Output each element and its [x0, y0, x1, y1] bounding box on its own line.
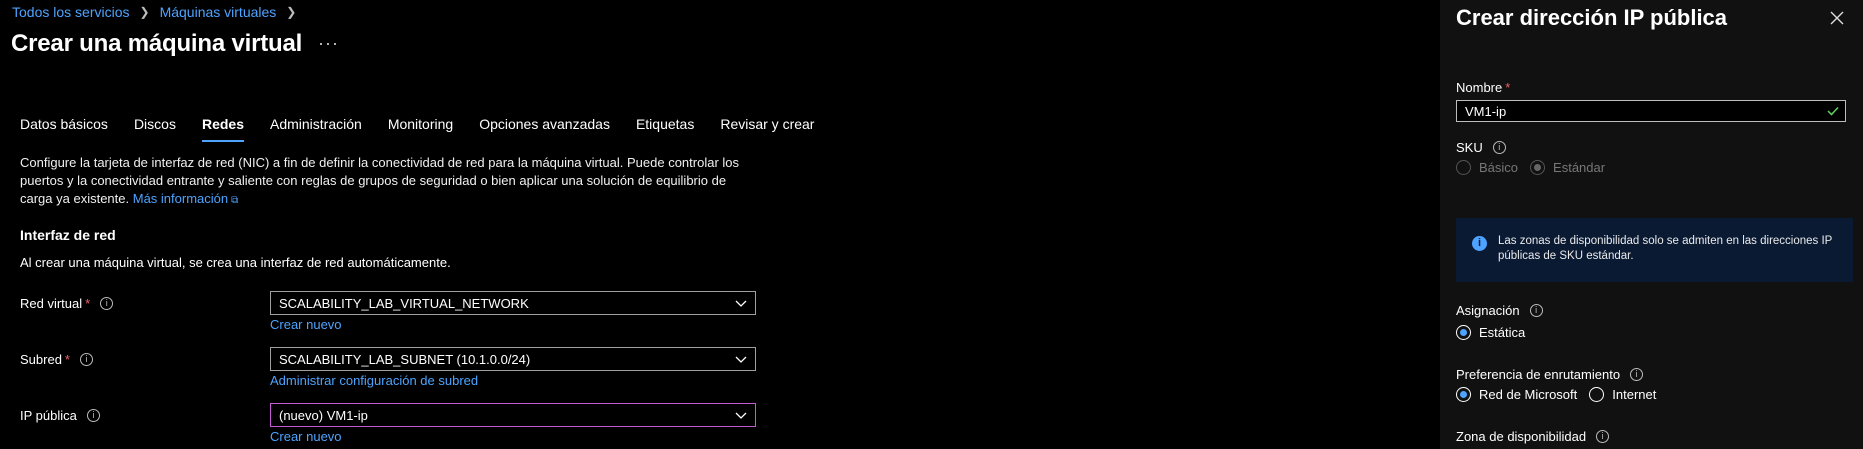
- name-input[interactable]: VM1-ip: [1456, 100, 1846, 122]
- tab-review-create[interactable]: Revisar y crear: [720, 116, 814, 142]
- tab-management[interactable]: Administración: [270, 116, 362, 142]
- info-icon[interactable]: i: [1596, 430, 1610, 443]
- radio-button[interactable]: [1456, 160, 1471, 175]
- name-label: Nombre: [1456, 80, 1503, 95]
- create-public-ip-panel: Crear dirección IP pública Nombre * VM1-…: [1440, 0, 1863, 449]
- assignment-option-static[interactable]: Estática: [1456, 325, 1525, 340]
- main-content: Todos los servicios ❯ Máquinas virtuales…: [0, 0, 1440, 449]
- info-banner: i Las zonas de disponibilidad solo se ad…: [1456, 218, 1853, 282]
- panel-title: Crear dirección IP pública: [1456, 5, 1728, 30]
- info-icon[interactable]: i: [86, 409, 100, 422]
- intro-text: Configure la tarjeta de interfaz de red …: [20, 154, 760, 210]
- routing-radio-group: Red de Microsoft Internet: [1456, 387, 1668, 402]
- required-marker: *: [1505, 80, 1511, 95]
- info-icon[interactable]: i: [1529, 304, 1543, 317]
- chevron-down-icon: [735, 300, 747, 307]
- learn-more-label: Más información: [132, 191, 229, 206]
- sku-radio-group: Básico Estándar: [1456, 160, 1617, 175]
- required-marker: *: [85, 296, 91, 311]
- radio-button[interactable]: [1530, 160, 1546, 175]
- info-circle-icon: i: [1472, 236, 1487, 251]
- zone-label-row: Zona de disponibilidad i: [1456, 429, 1610, 444]
- radio-button[interactable]: [1456, 325, 1471, 340]
- breadcrumb-all-services[interactable]: Todos los servicios: [12, 4, 130, 20]
- public-ip-select[interactable]: (nuevo) VM1-ip: [270, 403, 756, 427]
- vnet-value: SCALABILITY_LAB_VIRTUAL_NETWORK: [279, 295, 529, 311]
- assignment-static-label: Estática: [1479, 325, 1526, 340]
- tab-basics[interactable]: Datos básicos: [20, 116, 108, 142]
- subnet-select[interactable]: SCALABILITY_LAB_SUBNET (10.1.0.0/24): [270, 347, 756, 371]
- chevron-right-icon: ❯: [286, 5, 297, 19]
- routing-option-internet[interactable]: Internet: [1589, 387, 1656, 402]
- required-marker: *: [64, 352, 70, 367]
- routing-internet-label: Internet: [1612, 387, 1657, 402]
- tab-advanced[interactable]: Opciones avanzadas: [479, 116, 610, 142]
- chevron-down-icon: [735, 356, 747, 363]
- info-banner-text: Las zonas de disponibilidad solo se admi…: [1498, 235, 1833, 262]
- radio-button[interactable]: [1589, 387, 1605, 402]
- subnet-label-row: Subred * i: [20, 352, 93, 367]
- info-icon[interactable]: i: [1630, 368, 1644, 381]
- section-title: Interfaz de red: [20, 227, 116, 243]
- sku-option-standard[interactable]: Estándar: [1530, 160, 1605, 175]
- tab-monitoring[interactable]: Monitoring: [388, 116, 453, 142]
- assignment-label-row: Asignación i: [1456, 303, 1543, 318]
- chevron-down-icon: [735, 412, 747, 419]
- subnet-label: Subred: [20, 352, 62, 367]
- page-title: Crear una máquina virtual: [11, 30, 303, 57]
- radio-button[interactable]: [1456, 387, 1471, 402]
- vnet-select[interactable]: SCALABILITY_LAB_VIRTUAL_NETWORK: [270, 291, 756, 315]
- checkmark-icon: [1827, 106, 1839, 116]
- sku-basic-label: Básico: [1479, 160, 1519, 175]
- breadcrumb-virtual-machines[interactable]: Máquinas virtuales: [160, 4, 277, 20]
- subnet-value: SCALABILITY_LAB_SUBNET (10.1.0.0/24): [279, 351, 531, 367]
- close-icon[interactable]: [1829, 10, 1845, 26]
- assignment-label: Asignación: [1456, 303, 1520, 318]
- info-icon[interactable]: i: [79, 353, 93, 366]
- routing-label-row: Preferencia de enrutamiento i: [1456, 367, 1644, 382]
- public-ip-value: (nuevo) VM1-ip: [279, 407, 368, 423]
- vnet-label: Red virtual: [20, 296, 83, 311]
- name-value: VM1-ip: [1465, 103, 1507, 119]
- routing-microsoft-label: Red de Microsoft: [1479, 387, 1578, 402]
- sku-standard-label: Estándar: [1553, 160, 1606, 175]
- tab-disks[interactable]: Discos: [134, 116, 176, 142]
- public-ip-label: IP pública: [20, 408, 77, 423]
- assignment-radio-group: Estática: [1456, 325, 1537, 340]
- tab-tags[interactable]: Etiquetas: [636, 116, 694, 142]
- name-label-row: Nombre *: [1456, 80, 1510, 95]
- subnet-manage-link[interactable]: Administrar configuración de subred: [270, 373, 478, 388]
- tab-networking[interactable]: Redes: [201, 116, 245, 142]
- more-options-button[interactable]: ···: [318, 33, 339, 54]
- intro-paragraph: Configure la tarjeta de interfaz de red …: [20, 155, 740, 206]
- sku-label-row: SKU i: [1456, 140, 1506, 155]
- section-description: Al crear una máquina virtual, se crea un…: [20, 255, 451, 270]
- learn-more-link[interactable]: Más información ⧉: [133, 191, 239, 206]
- sku-option-basic[interactable]: Básico: [1456, 160, 1518, 175]
- public-ip-create-new-link[interactable]: Crear nuevo: [270, 429, 342, 444]
- tab-bar: Datos básicos Discos Redes Administració…: [20, 116, 840, 142]
- sku-label: SKU: [1456, 140, 1483, 155]
- vnet-create-new-link[interactable]: Crear nuevo: [270, 317, 342, 332]
- routing-label: Preferencia de enrutamiento: [1456, 367, 1621, 382]
- chevron-right-icon: ❯: [139, 5, 150, 19]
- routing-option-microsoft[interactable]: Red de Microsoft: [1456, 387, 1577, 402]
- info-icon[interactable]: i: [1492, 141, 1506, 154]
- external-link-icon: ⧉: [231, 195, 239, 206]
- breadcrumb: Todos los servicios ❯ Máquinas virtuales…: [12, 4, 300, 20]
- zone-label: Zona de disponibilidad: [1456, 429, 1587, 444]
- info-icon[interactable]: i: [100, 297, 114, 310]
- vnet-label-row: Red virtual * i: [20, 296, 114, 311]
- public-ip-label-row: IP pública i: [20, 408, 100, 423]
